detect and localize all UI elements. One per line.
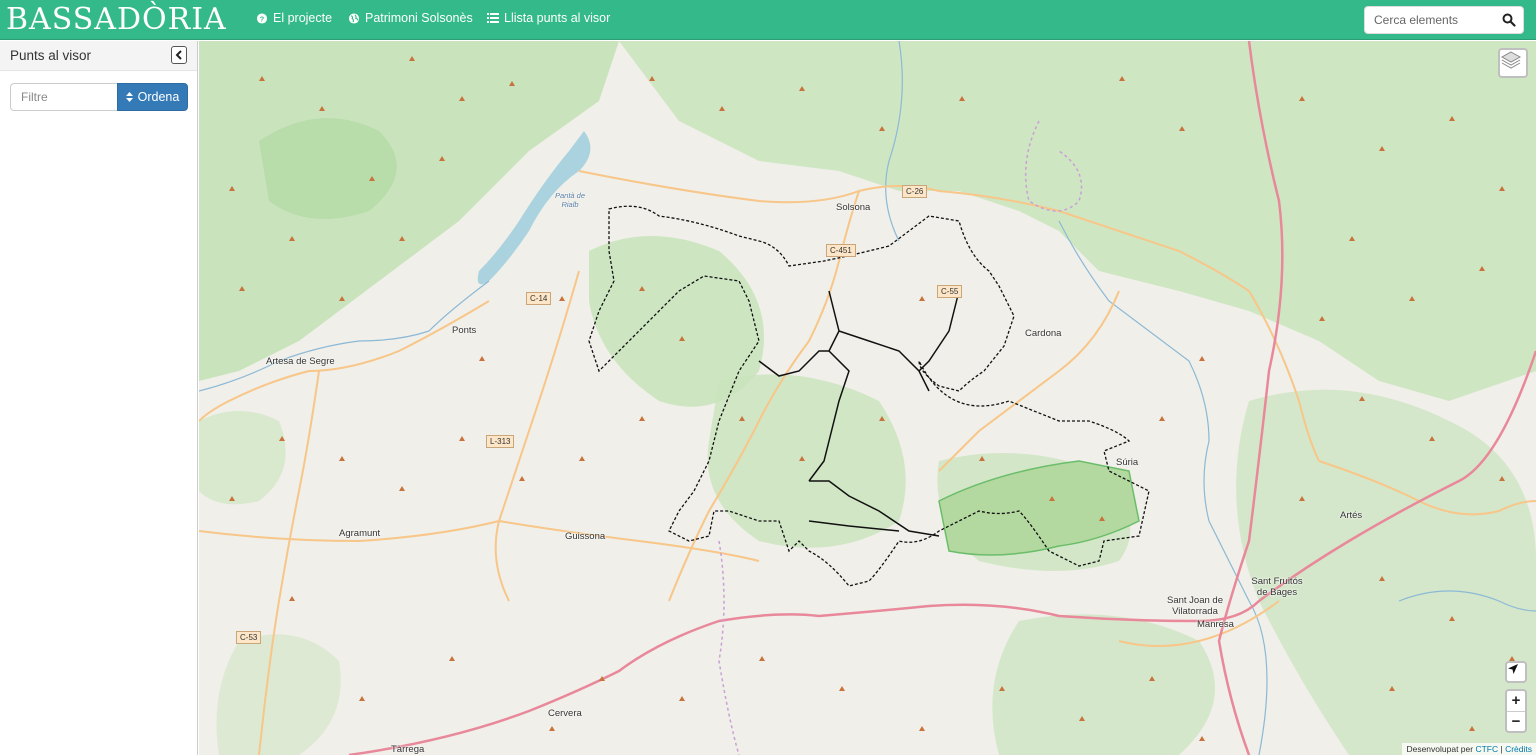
search-box bbox=[1364, 6, 1524, 34]
question-circle-icon: ? bbox=[256, 12, 268, 24]
place-label: Solsona bbox=[836, 202, 871, 213]
sidebar-title: Punts al visor bbox=[10, 48, 92, 63]
sort-button[interactable]: Ordena bbox=[117, 83, 188, 111]
road-shield: C-53 bbox=[236, 631, 262, 644]
nav-el-projecte-label: El projecte bbox=[273, 11, 333, 25]
chevron-left-icon bbox=[175, 50, 182, 60]
sort-icon bbox=[125, 92, 133, 102]
filter-input[interactable] bbox=[10, 83, 118, 111]
sidebar: Punts al visor Ordena bbox=[0, 41, 198, 755]
place-label: Artesa de Segre bbox=[266, 356, 335, 367]
layers-button[interactable] bbox=[1498, 48, 1528, 78]
ctfc-link[interactable]: CTFC bbox=[1475, 744, 1498, 754]
place-label: Cervera bbox=[548, 708, 582, 719]
search-icon[interactable] bbox=[1502, 13, 1516, 27]
nav-el-projecte[interactable]: ? El projecte bbox=[256, 11, 332, 25]
road-shield: C-14 bbox=[526, 292, 552, 305]
attribution-prefix: Desenvolupat per bbox=[1406, 744, 1476, 754]
sidebar-header: Punts al visor bbox=[0, 41, 197, 71]
road-shield: C-55 bbox=[937, 285, 963, 298]
forest-areas bbox=[199, 41, 1536, 755]
road-shield: L-313 bbox=[486, 435, 515, 448]
road-shield: C-26 bbox=[902, 185, 928, 198]
place-label: Guissona bbox=[565, 531, 606, 542]
place-label: Sant Fruitós de Bages bbox=[1251, 576, 1303, 598]
list-icon bbox=[487, 13, 499, 23]
attribution: Desenvolupat per CTFC | Crèdits bbox=[1402, 743, 1536, 755]
zoom-in-button[interactable]: + bbox=[1507, 691, 1525, 711]
lake-label: Pantà de Rialb bbox=[554, 191, 586, 209]
zoom-out-button[interactable]: − bbox=[1507, 710, 1525, 731]
map-base-layer bbox=[199, 41, 1536, 755]
place-label: Artés bbox=[1340, 510, 1363, 521]
sort-button-label: Ordena bbox=[137, 90, 180, 104]
place-label: Tàrrega bbox=[391, 744, 425, 755]
place-label: Manresa bbox=[1197, 619, 1234, 630]
nav-llista-label: Llista punts al visor bbox=[504, 11, 611, 25]
globe-icon bbox=[348, 12, 360, 24]
credits-link[interactable]: Crèdits bbox=[1505, 744, 1532, 754]
nav-patrimoni-label: Patrimoni Solsonès bbox=[365, 11, 473, 25]
location-arrow-icon bbox=[1508, 664, 1518, 674]
place-label: Agramunt bbox=[339, 528, 381, 539]
road-shield: C-451 bbox=[826, 244, 856, 257]
place-label: Ponts bbox=[452, 325, 477, 336]
place-label: Cardona bbox=[1025, 328, 1062, 339]
nav-llista-punts[interactable]: Llista punts al visor bbox=[487, 11, 610, 25]
top-navbar: BASSADÒRIA ? El projecte Patrimoni Solso… bbox=[0, 0, 1536, 40]
place-label: Sant Joan de Vilatorrada bbox=[1167, 595, 1223, 617]
zoom-control: + − bbox=[1505, 689, 1527, 733]
locate-button[interactable] bbox=[1505, 661, 1527, 683]
nav-patrimoni-solsones[interactable]: Patrimoni Solsonès bbox=[348, 11, 473, 25]
search-input[interactable] bbox=[1365, 7, 1493, 33]
svg-text:?: ? bbox=[260, 14, 265, 23]
brand-logo[interactable]: BASSADÒRIA bbox=[6, 2, 227, 38]
map-view[interactable]: Solsona Cardona Ponts Artesa de Segre Sú… bbox=[199, 41, 1536, 755]
layers-icon bbox=[1500, 51, 1522, 69]
collapse-sidebar-button[interactable] bbox=[171, 46, 187, 64]
place-label: Súria bbox=[1116, 457, 1139, 468]
